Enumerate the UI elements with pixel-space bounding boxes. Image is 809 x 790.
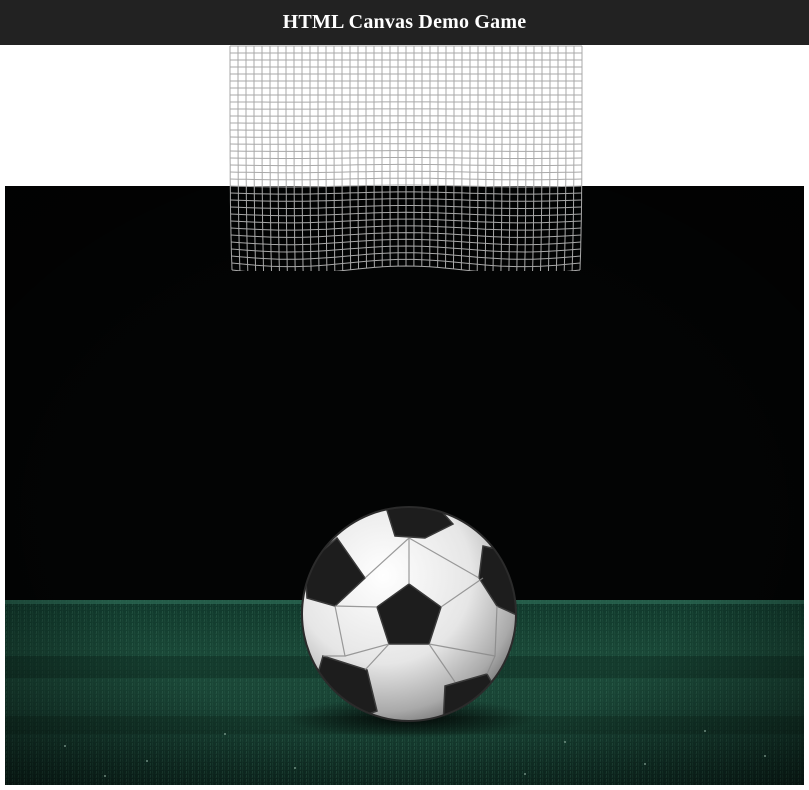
- goal-net-icon: [229, 45, 583, 271]
- game-canvas[interactable]: [5, 186, 804, 785]
- page-title: HTML Canvas Demo Game: [282, 11, 527, 33]
- title-bar: HTML Canvas Demo Game: [0, 0, 809, 45]
